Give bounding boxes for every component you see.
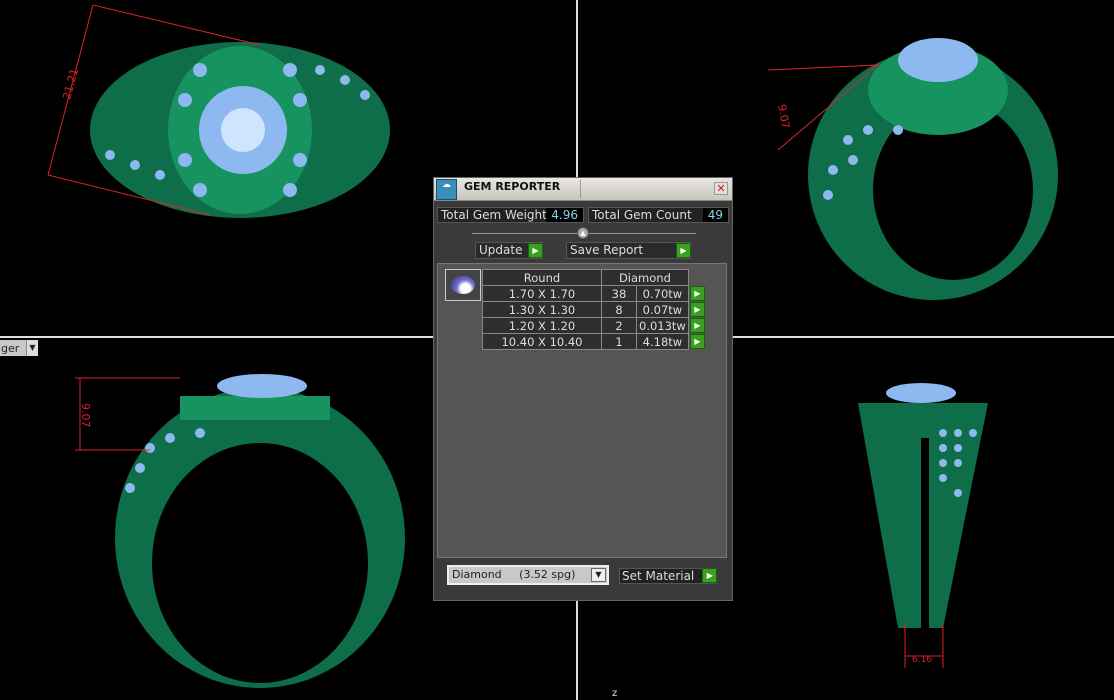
gem-list-panel: Round Diamond 1.70 X 1.70 38 0.70tw ▶ 1.30 X… — [437, 263, 727, 558]
save-report-button[interactable]: Save Report ▶ — [566, 242, 691, 259]
gem-weight: 0.013tw — [636, 317, 689, 334]
dimension-label: 9.07 — [79, 403, 92, 428]
total-gem-count: Total Gem Count 49 — [588, 207, 729, 223]
total-count-label: Total Gem Count — [592, 208, 692, 222]
total-gem-weight: Total Gem Weight 4.96 — [437, 207, 584, 223]
row-go-button[interactable]: ▶ — [689, 302, 705, 317]
total-weight-label: Total Gem Weight — [441, 208, 547, 222]
gem-count: 2 — [601, 317, 637, 334]
close-button[interactable]: ✕ — [714, 182, 728, 195]
material-value: Diamond (3.52 spg) — [452, 568, 576, 581]
gem-count: 1 — [601, 333, 637, 350]
viewport-combo[interactable]: ger ▼ — [0, 340, 38, 356]
update-label: Update — [479, 243, 523, 257]
total-weight-value: 4.96 — [546, 208, 583, 222]
chevron-down-icon: ▼ — [26, 340, 38, 356]
combo-label: ger — [1, 341, 20, 355]
set-material-label: Set Material — [622, 569, 695, 583]
gem-reporter-dialog: ☁ GEM REPORTER ✕ Total Gem Weight 4.96 To… — [433, 177, 733, 601]
gem-weight: 4.18tw — [636, 333, 689, 350]
gem-size: 1.20 X 1.20 — [482, 317, 602, 334]
material-select[interactable]: Diamond (3.52 spg) ▼ — [447, 565, 609, 585]
update-button[interactable]: Update ▶ — [475, 242, 543, 259]
row-go-button[interactable]: ▶ — [689, 286, 705, 301]
table-row[interactable]: 1.30 X 1.30 8 0.07tw ▶ — [482, 301, 706, 318]
dimension-label: 6.16 — [912, 655, 932, 665]
play-icon: ▶ — [528, 243, 543, 258]
table-row[interactable]: 1.20 X 1.20 2 0.013tw ▶ — [482, 317, 706, 334]
column-header-material: Diamond — [601, 269, 689, 286]
gem-table: Round Diamond 1.70 X 1.70 38 0.70tw ▶ 1.30 X… — [482, 269, 706, 350]
set-material-button[interactable]: Set Material ▶ — [619, 568, 718, 584]
title-bar[interactable]: ☁ GEM REPORTER ✕ — [434, 178, 732, 201]
gem-size: 1.70 X 1.70 — [482, 285, 602, 302]
divider — [580, 180, 581, 198]
dimension-label: 9.07 — [775, 103, 792, 129]
round-gem-icon — [451, 276, 475, 294]
gem-count: 8 — [601, 301, 637, 318]
save-report-label: Save Report — [570, 243, 644, 257]
collapse-toggle[interactable]: ▲ — [577, 227, 589, 239]
column-header-shape: Round — [482, 269, 602, 286]
table-row[interactable]: 1.70 X 1.70 38 0.70tw ▶ — [482, 285, 706, 302]
row-go-button[interactable]: ▶ — [689, 318, 705, 333]
row-go-button[interactable]: ▶ — [689, 334, 705, 349]
total-count-value: 49 — [702, 208, 728, 222]
play-icon: ▶ — [676, 243, 691, 258]
play-icon: ▶ — [702, 568, 718, 583]
dialog-title: GEM REPORTER — [464, 180, 561, 193]
gem-thumbnail[interactable] — [445, 269, 481, 301]
chevron-down-icon: ▼ — [591, 568, 606, 582]
gem-size: 10.40 X 10.40 — [482, 333, 602, 350]
gem-weight: 0.07tw — [636, 301, 689, 318]
axis-label: z — [612, 688, 618, 699]
gem-size: 1.30 X 1.30 — [482, 301, 602, 318]
gem-count: 38 — [601, 285, 637, 302]
gem-reporter-icon: ☁ — [436, 179, 457, 200]
gem-weight: 0.70tw — [636, 285, 689, 302]
table-row[interactable]: 10.40 X 10.40 1 4.18tw ▶ — [482, 333, 706, 350]
dimension-label: 21.21 — [60, 67, 81, 101]
